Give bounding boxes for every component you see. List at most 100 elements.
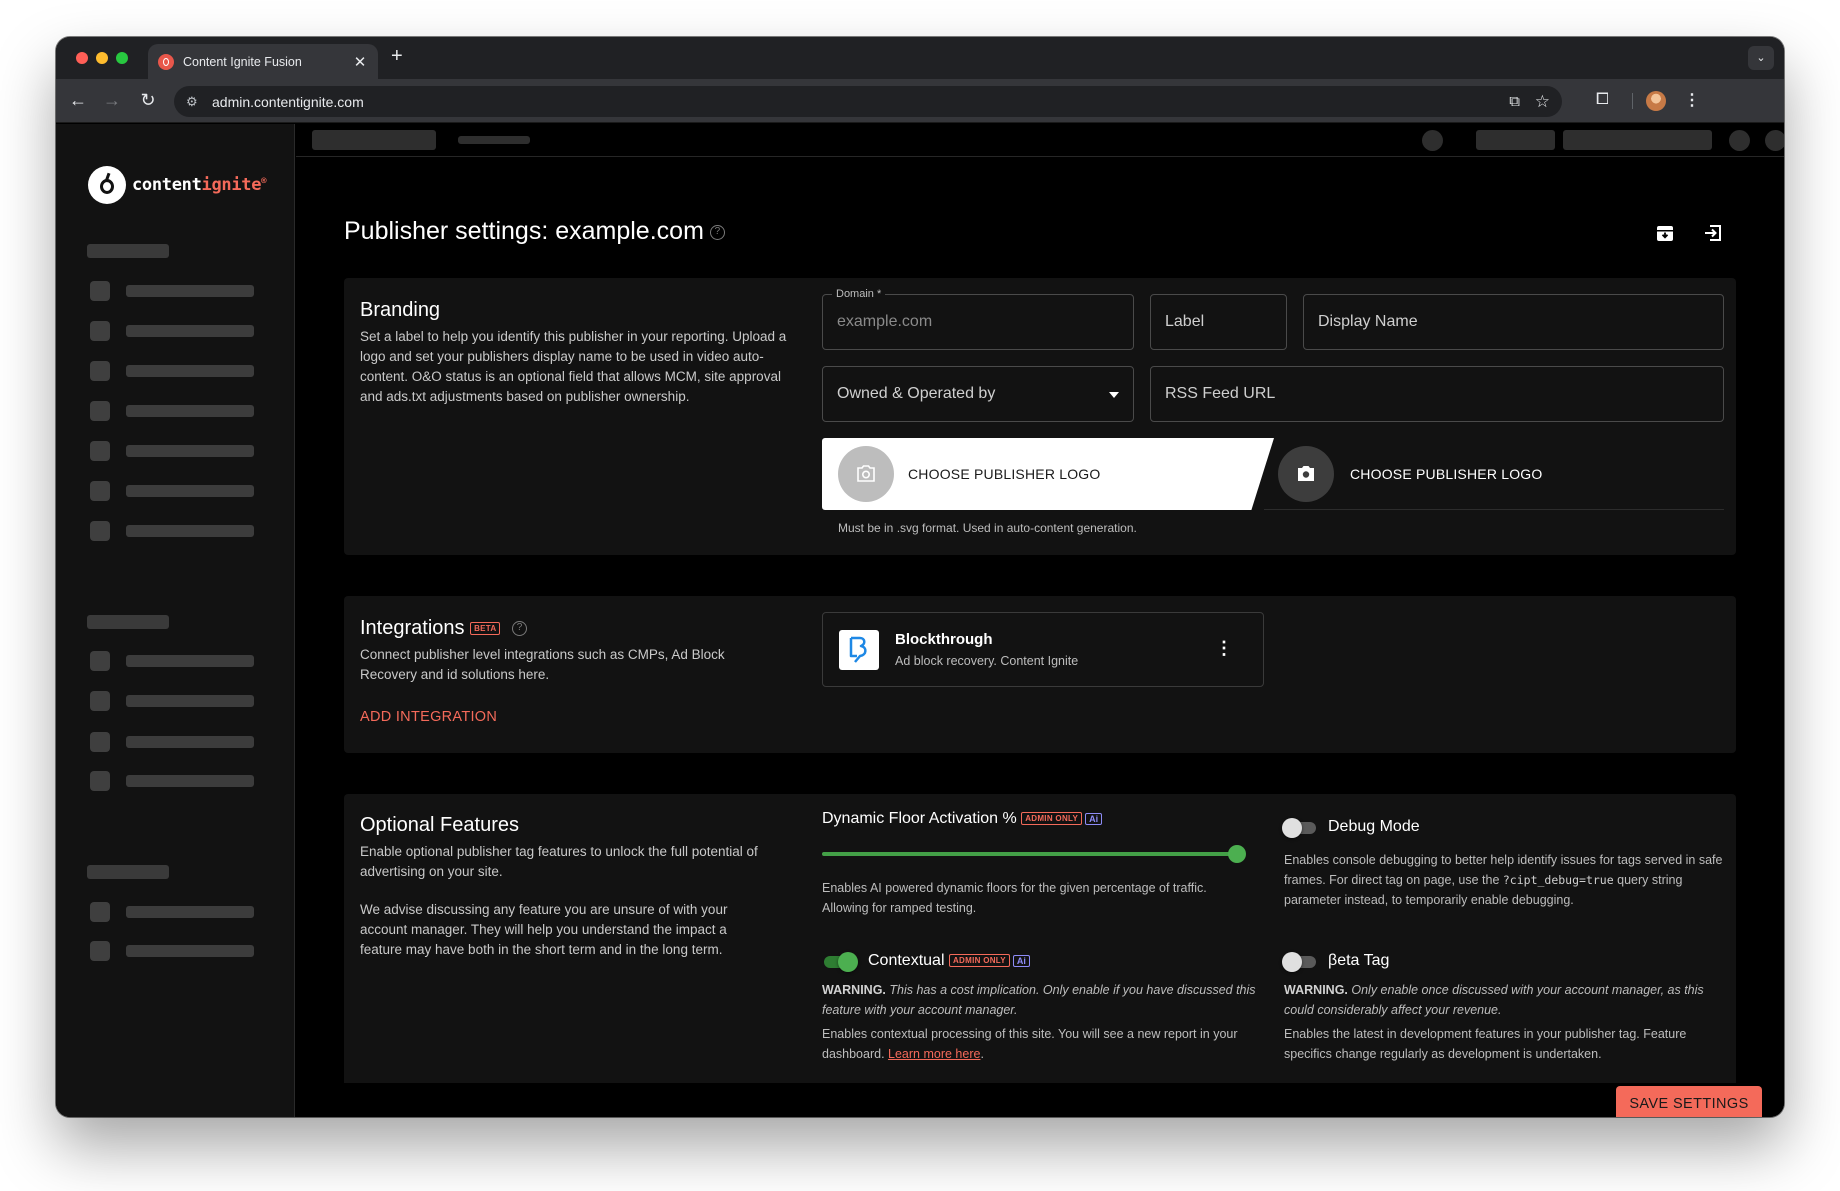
debug-mode-toggle[interactable] (1282, 818, 1318, 838)
beta-tag-toggle[interactable] (1282, 952, 1318, 972)
topbar-icon-placeholder[interactable] (1765, 130, 1784, 151)
main-content: Publisher settings: example.com? Brandin… (296, 158, 1784, 1083)
domain-field[interactable]: Domain * example.com (822, 287, 1134, 350)
rss-feed-placeholder: RSS Feed URL (1165, 385, 1276, 402)
sidebar-item-icon-placeholder (90, 771, 110, 791)
contextual-toggle[interactable] (822, 952, 858, 972)
tab-search-button[interactable]: ⌄ (1748, 46, 1774, 70)
integration-name: Blockthrough (895, 631, 993, 648)
camera-icon (838, 446, 894, 502)
topbar-icon-placeholder[interactable] (1422, 130, 1443, 151)
browser-tab[interactable]: Content Ignite Fusion ✕ (148, 44, 378, 79)
profile-avatar[interactable] (1646, 91, 1666, 111)
help-icon[interactable]: ? (709, 224, 725, 240)
tab-strip: Content Ignite Fusion ✕ + ⌄ (56, 37, 1784, 79)
sidebar-item-icon-placeholder (90, 902, 110, 922)
ai-badge: Ai (1085, 812, 1103, 825)
sidebar-item-placeholder[interactable] (126, 525, 254, 537)
domain-value: example.com (837, 313, 933, 330)
camera-icon (1278, 446, 1334, 502)
sidebar-section-placeholder (87, 865, 169, 879)
app-area: contentignite® Publisher settings: examp… (56, 124, 1784, 1117)
rss-feed-field[interactable]: RSS Feed URL (1150, 366, 1724, 422)
bookmark-star-icon[interactable]: ☆ (1535, 86, 1550, 117)
sidebar-item-icon-placeholder (90, 401, 110, 421)
sidebar-item-placeholder[interactable] (126, 736, 254, 748)
save-settings-button[interactable]: SAVE SETTINGS (1616, 1086, 1762, 1117)
integration-item-blockthrough[interactable]: Blockthrough Ad block recovery. Content … (822, 612, 1264, 687)
debug-mode-label: Debug Mode (1328, 818, 1420, 835)
learn-more-link[interactable]: Learn more here (888, 1047, 980, 1061)
admin-only-badge: ADMIN ONLY (1021, 812, 1083, 826)
beta-tag-label: βeta Tag (1328, 952, 1390, 969)
sidebar-item-icon-placeholder (90, 651, 110, 671)
sidebar-item-placeholder[interactable] (126, 655, 254, 667)
optional-features-description-2: We advise discussing any feature you are… (360, 902, 728, 957)
topbar-icon-placeholder[interactable] (1729, 130, 1750, 151)
optional-features-card: Optional Features Enable optional publis… (344, 794, 1736, 1083)
display-name-placeholder: Display Name (1318, 313, 1418, 330)
sidebar-item-placeholder[interactable] (126, 485, 254, 497)
browser-window: Content Ignite Fusion ✕ + ⌄ ← → ↻ ⚙ admi… (56, 37, 1784, 1117)
display-name-field[interactable]: Display Name (1303, 294, 1724, 350)
sidebar-item-placeholder[interactable] (126, 285, 254, 297)
browser-menu-icon[interactable]: ⋮ (1684, 90, 1700, 110)
choose-logo-light-button[interactable]: CHOOSE PUBLISHER LOGO (822, 438, 1274, 510)
sidebar-item-placeholder[interactable] (126, 405, 254, 417)
dynamic-floor-slider-track[interactable] (822, 852, 1238, 856)
sidebar-item-placeholder[interactable] (126, 945, 254, 957)
topbar-placeholder[interactable] (1476, 130, 1555, 150)
label-field[interactable]: Label (1150, 294, 1287, 350)
new-tab-button[interactable]: + (391, 46, 403, 66)
branding-title: Branding (360, 299, 441, 321)
extensions-puzzle-icon[interactable]: ⧠ (1596, 91, 1609, 109)
sidebar-item-placeholder[interactable] (126, 695, 254, 707)
maximize-window-button[interactable] (116, 52, 128, 64)
owned-operated-select[interactable]: Owned & Operated by (822, 366, 1134, 422)
sidebar-item-icon-placeholder (90, 481, 110, 501)
integrations-title: Integrations BETA ? (360, 617, 528, 640)
blockthrough-logo-icon (839, 630, 879, 670)
dropdown-caret-icon (1109, 392, 1119, 398)
exit-icon[interactable] (1702, 222, 1724, 244)
help-icon[interactable]: ? (512, 621, 528, 637)
topbar-placeholder (312, 130, 436, 150)
choose-logo-dark-label: CHOOSE PUBLISHER LOGO (1350, 466, 1543, 482)
minimize-window-button[interactable] (96, 52, 108, 64)
debug-query-code: ?cipt_debug=true (1502, 873, 1614, 887)
toolbar-divider (1632, 93, 1633, 109)
sidebar-section-placeholder (87, 244, 169, 258)
reload-button[interactable]: ↻ (136, 89, 160, 111)
dynamic-floor-slider-thumb[interactable] (1228, 845, 1246, 863)
sidebar-item-placeholder[interactable] (126, 325, 254, 337)
sidebar: contentignite® (56, 124, 295, 1117)
topbar-placeholder[interactable] (1563, 130, 1712, 150)
sidebar-item-placeholder[interactable] (126, 365, 254, 377)
install-app-icon[interactable]: ⧉ (1509, 86, 1520, 117)
choose-logo-dark-button[interactable]: CHOOSE PUBLISHER LOGO (1264, 438, 1724, 510)
ai-badge: Ai (1012, 954, 1030, 967)
add-integration-button[interactable]: ADD INTEGRATION (360, 709, 497, 725)
address-bar[interactable]: ⚙ admin.contentignite.com ⧉ ☆ (174, 86, 1562, 117)
contextual-description: Enables contextual processing of this si… (822, 1027, 1238, 1061)
optional-features-title: Optional Features (360, 814, 519, 836)
page-title: Publisher settings: example.com? (344, 217, 725, 246)
sidebar-item-icon-placeholder (90, 941, 110, 961)
bottom-action-bar (296, 1083, 1784, 1117)
forward-button[interactable]: → (100, 89, 124, 111)
browser-toolbar: ← → ↻ ⚙ admin.contentignite.com ⧉ ☆ ⧠ ⋮ (56, 79, 1784, 123)
back-button[interactable]: ← (66, 89, 90, 111)
sidebar-item-icon-placeholder (90, 441, 110, 461)
site-info-icon[interactable]: ⚙ (186, 94, 206, 110)
contentignite-logo[interactable]: contentignite® (88, 166, 267, 204)
close-window-button[interactable] (76, 52, 88, 64)
sidebar-item-placeholder[interactable] (126, 906, 254, 918)
archive-icon[interactable] (1654, 222, 1676, 244)
beta-badge: BETA (470, 622, 501, 636)
sidebar-item-placeholder[interactable] (126, 445, 254, 457)
integration-menu-icon[interactable]: ⋮ (1215, 639, 1233, 657)
sidebar-item-icon-placeholder (90, 691, 110, 711)
close-tab-icon[interactable]: ✕ (352, 53, 368, 71)
sidebar-item-placeholder[interactable] (126, 775, 254, 787)
beta-tag-description: Enables the latest in development featur… (1284, 1027, 1687, 1061)
